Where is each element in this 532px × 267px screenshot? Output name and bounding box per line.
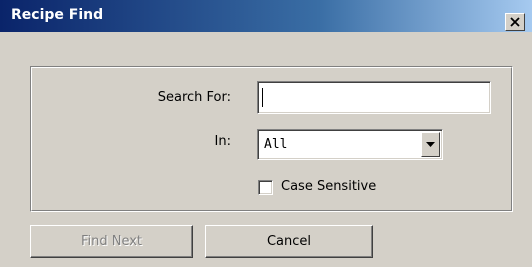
search-input[interactable] — [259, 83, 495, 112]
search-for-label: Search For: — [157, 90, 231, 105]
close-icon — [510, 17, 520, 27]
close-button[interactable] — [505, 13, 525, 31]
window-title: Recipe Find — [11, 7, 104, 23]
title-bar[interactable]: Recipe Find — [0, 0, 532, 32]
find-next-button[interactable]: Find Next — [30, 225, 193, 258]
cancel-button[interactable]: Cancel — [205, 225, 373, 258]
case-sensitive-checkbox[interactable] — [258, 180, 273, 195]
case-sensitive-label[interactable]: Case Sensitive — [281, 179, 376, 194]
in-select-value: All — [264, 137, 288, 152]
text-caret — [262, 88, 263, 107]
in-label: In: — [214, 134, 231, 149]
in-dropdown-button[interactable] — [421, 132, 440, 157]
chevron-down-icon — [426, 142, 435, 147]
in-select[interactable]: All — [257, 129, 443, 160]
